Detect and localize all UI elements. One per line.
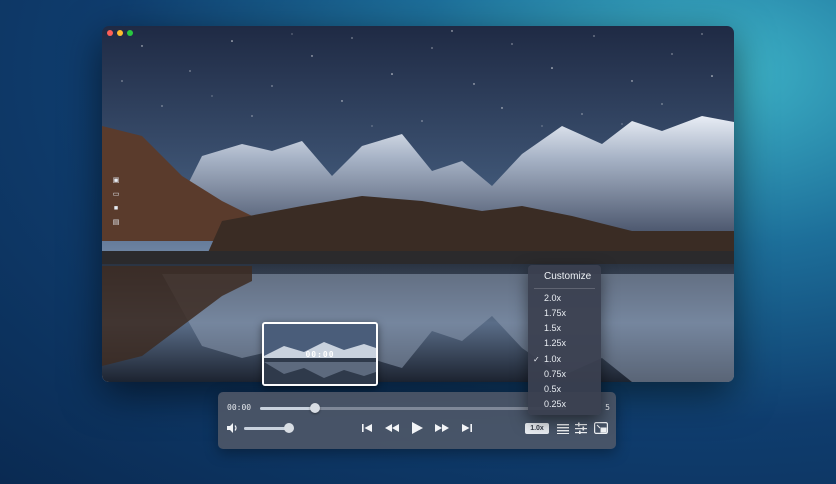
equalizer-icon xyxy=(575,422,587,434)
speed-option-label: 0.75x xyxy=(544,369,567,379)
speed-option-label: 0.5x xyxy=(544,384,562,394)
speed-menu: Customize 2.0x 1.75x 1.5x 1.25x ✓ 1.0x 0… xyxy=(528,265,601,415)
screenshot-icon[interactable]: ▤ xyxy=(111,218,121,227)
player-window: ▣ ▭ ■ ▤ xyxy=(102,26,734,382)
volume-icon[interactable] xyxy=(225,421,239,435)
play-icon xyxy=(412,422,423,434)
speed-option-label: 0.25x xyxy=(544,399,567,409)
skip-back-icon xyxy=(362,424,372,432)
equalizer-button[interactable] xyxy=(574,421,588,435)
speed-option-0-25[interactable]: 0.25x xyxy=(528,397,601,412)
minimize-window-button[interactable] xyxy=(117,30,123,36)
menu-divider xyxy=(534,288,595,289)
video-frame xyxy=(102,26,734,382)
volume-slider[interactable] xyxy=(244,423,294,433)
speed-option-1[interactable]: ✓ 1.0x xyxy=(528,352,601,367)
playlist-button[interactable] xyxy=(556,421,570,435)
skip-back-button[interactable] xyxy=(360,421,374,435)
speed-option-1-75[interactable]: 1.75x xyxy=(528,306,601,321)
seek-handle[interactable] xyxy=(310,403,321,413)
speed-option-0-5[interactable]: 0.5x xyxy=(528,382,601,397)
current-time: 00:00 xyxy=(227,403,252,412)
pip-icon xyxy=(594,422,608,434)
playlist-icon xyxy=(557,423,569,434)
image-icon[interactable]: ▣ xyxy=(111,176,121,185)
rewind-button[interactable] xyxy=(383,421,401,435)
fast-forward-button[interactable] xyxy=(433,421,451,435)
speed-option-2[interactable]: 2.0x xyxy=(528,291,601,306)
seek-bar[interactable] xyxy=(260,403,566,413)
gif-icon[interactable]: ▭ xyxy=(111,190,121,199)
speed-option-1-5[interactable]: 1.5x xyxy=(528,321,601,336)
close-window-button[interactable] xyxy=(107,30,113,36)
speed-option-label: 1.5x xyxy=(544,323,562,333)
speed-customize-item[interactable]: Customize xyxy=(544,271,591,282)
volume-level xyxy=(244,427,289,430)
video-camera-icon[interactable]: ■ xyxy=(111,204,121,213)
checkmark-icon: ✓ xyxy=(533,355,540,364)
traffic-lights xyxy=(107,30,133,36)
skip-forward-button[interactable] xyxy=(460,421,474,435)
pip-button[interactable] xyxy=(593,421,609,435)
speed-button[interactable]: 1.0x xyxy=(525,423,549,434)
speed-option-label: 1.75x xyxy=(544,308,567,318)
volume-handle[interactable] xyxy=(284,423,294,433)
speed-option-label: 2.0x xyxy=(544,293,562,303)
rewind-icon xyxy=(385,424,399,432)
play-button[interactable] xyxy=(409,421,425,435)
fast-forward-icon xyxy=(435,424,449,432)
skip-forward-icon xyxy=(462,424,472,432)
end-time: 5 xyxy=(605,403,610,412)
seek-progress xyxy=(260,407,316,410)
speed-option-0-75[interactable]: 0.75x xyxy=(528,367,601,382)
side-toolbar: ▣ ▭ ■ ▤ xyxy=(111,176,121,227)
speed-option-1-25[interactable]: 1.25x xyxy=(528,336,601,351)
speed-option-label: 1.25x xyxy=(544,338,567,348)
seek-preview-thumbnail: 00:00 xyxy=(262,322,378,386)
speed-option-label: 1.0x xyxy=(544,354,562,364)
zoom-window-button[interactable] xyxy=(127,30,133,36)
preview-time: 00:00 xyxy=(305,350,335,359)
